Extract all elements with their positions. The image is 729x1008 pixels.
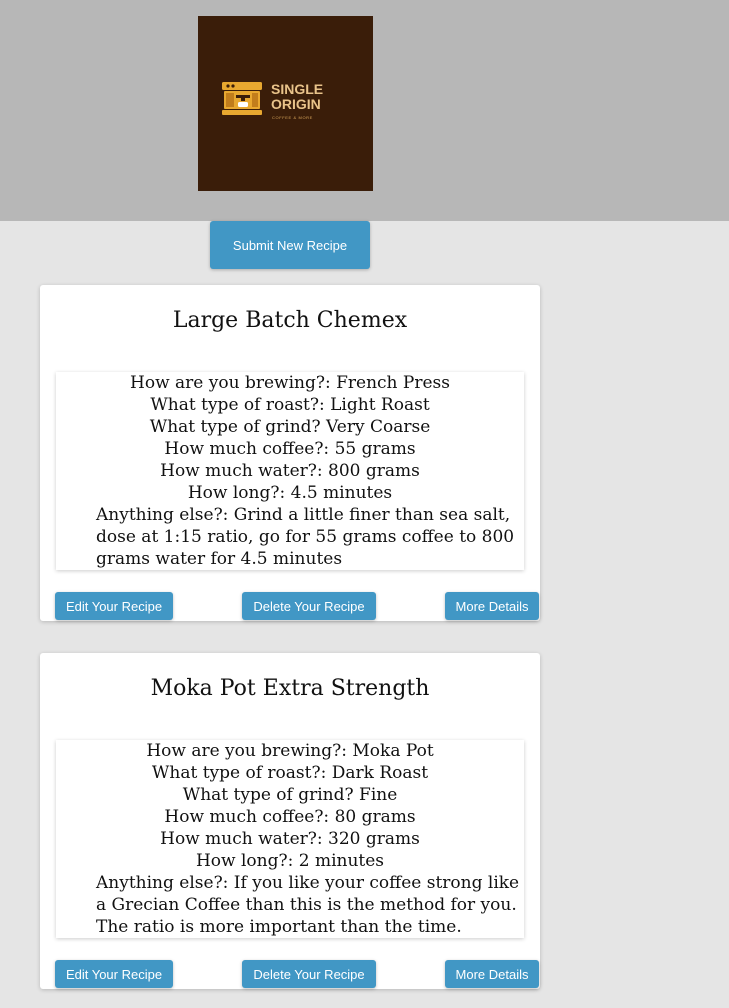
recipe-notes: Anything else?: Grind a little finer tha… xyxy=(96,505,515,569)
single-origin-logo: SINGLE ORIGIN COFFEE & MORE xyxy=(198,16,373,191)
logo-tagline: COFFEE & MORE xyxy=(272,115,313,120)
delete-recipe-button[interactable]: Delete Your Recipe xyxy=(242,592,376,620)
grind-type: What type of grind? Very Coarse xyxy=(149,417,431,437)
coffee-amount: How much coffee?: 55 grams xyxy=(164,439,416,459)
brew-time: How long?: 2 minutes xyxy=(195,851,385,871)
submit-new-recipe-button[interactable]: Submit New Recipe xyxy=(210,221,370,269)
water-amount: How much water?: 320 grams xyxy=(160,829,420,849)
roast-type: What type of roast?: Light Roast xyxy=(150,395,430,415)
logo-title: SINGLE ORIGIN xyxy=(271,81,324,112)
espresso-machine-icon xyxy=(222,82,262,115)
coffee-amount: How much coffee?: 80 grams xyxy=(164,807,416,827)
recipe-details: How are you brewing?: Moka Pot What type… xyxy=(56,740,524,938)
recipe-details: How are you brewing?: French Press What … xyxy=(56,372,524,570)
recipe-notes: Anything else?: If you like your coffee … xyxy=(96,873,520,937)
recipe-title: Large Batch Chemex xyxy=(172,308,408,333)
header-banner: SINGLE ORIGIN COFFEE & MORE xyxy=(0,0,729,221)
more-details-button[interactable]: More Details xyxy=(445,592,539,620)
recipe-card: Moka Pot Extra Strength How are you brew… xyxy=(40,653,540,989)
edit-recipe-button[interactable]: Edit Your Recipe xyxy=(55,960,173,988)
recipe-title: Moka Pot Extra Strength xyxy=(150,676,430,701)
brew-method: How are you brewing?: French Press xyxy=(130,373,450,393)
brew-time: How long?: 4.5 minutes xyxy=(187,483,393,503)
more-details-button[interactable]: More Details xyxy=(445,960,539,988)
grind-type: What type of grind? Fine xyxy=(182,785,398,805)
delete-recipe-button[interactable]: Delete Your Recipe xyxy=(242,960,376,988)
recipe-card: Large Batch Chemex How are you brewing?:… xyxy=(40,285,540,621)
water-amount: How much water?: 800 grams xyxy=(160,461,420,481)
roast-type: What type of roast?: Dark Roast xyxy=(151,763,429,783)
edit-recipe-button[interactable]: Edit Your Recipe xyxy=(55,592,173,620)
brew-method: How are you brewing?: Moka Pot xyxy=(146,741,434,761)
